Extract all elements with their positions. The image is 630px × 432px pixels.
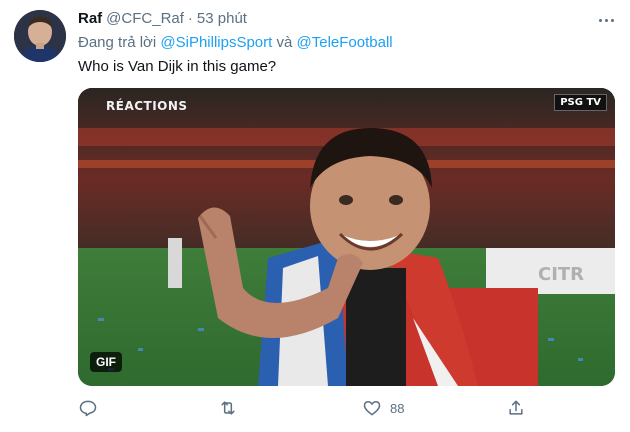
tweet-text: Who is Van Dijk in this game?	[78, 58, 277, 75]
avatar[interactable]	[14, 10, 66, 62]
author-handle[interactable]: @CFC_Raf	[106, 10, 184, 27]
reply-icon	[79, 400, 97, 417]
tweet-actions: 88	[78, 396, 538, 420]
svg-text:CITR: CITR	[538, 264, 584, 285]
share-icon	[509, 400, 523, 415]
gif-frame: CITR	[78, 88, 615, 386]
mention-link-2[interactable]: @TeleFootball	[297, 34, 393, 51]
timestamp[interactable]: 53 phút	[197, 10, 247, 27]
mention-link-1[interactable]: @SiPhillipsSport	[160, 34, 272, 51]
tweet-header: Raf @CFC_Raf · 53 phút	[78, 10, 247, 30]
tweet[interactable]: Raf @CFC_Raf · 53 phút Đang trả lời @SiP…	[0, 0, 630, 432]
share-button[interactable]	[506, 396, 526, 420]
reply-context: Đang trả lời @SiPhillipsSport và @TeleFo…	[78, 34, 393, 51]
retweet-icon	[221, 401, 235, 415]
like-count: 88	[390, 400, 405, 416]
retweet-button[interactable]	[218, 396, 238, 420]
psgtv-logo: PSG TV	[554, 94, 607, 111]
reactions-overlay-label: RÉACTIONS	[106, 99, 188, 113]
tweet-media-gif[interactable]: CITR RÉACTIONS PSG TV GIF	[78, 88, 615, 386]
reply-button[interactable]	[78, 396, 98, 420]
reply-prefix: Đang trả lời	[78, 34, 157, 51]
more-options-icon[interactable]	[594, 10, 618, 30]
heart-icon	[363, 401, 381, 416]
like-button[interactable]: 88	[362, 396, 404, 420]
author-name[interactable]: Raf	[78, 10, 102, 27]
reply-joiner: và	[276, 34, 293, 51]
separator: ·	[187, 10, 193, 27]
gif-badge: GIF	[90, 352, 122, 372]
